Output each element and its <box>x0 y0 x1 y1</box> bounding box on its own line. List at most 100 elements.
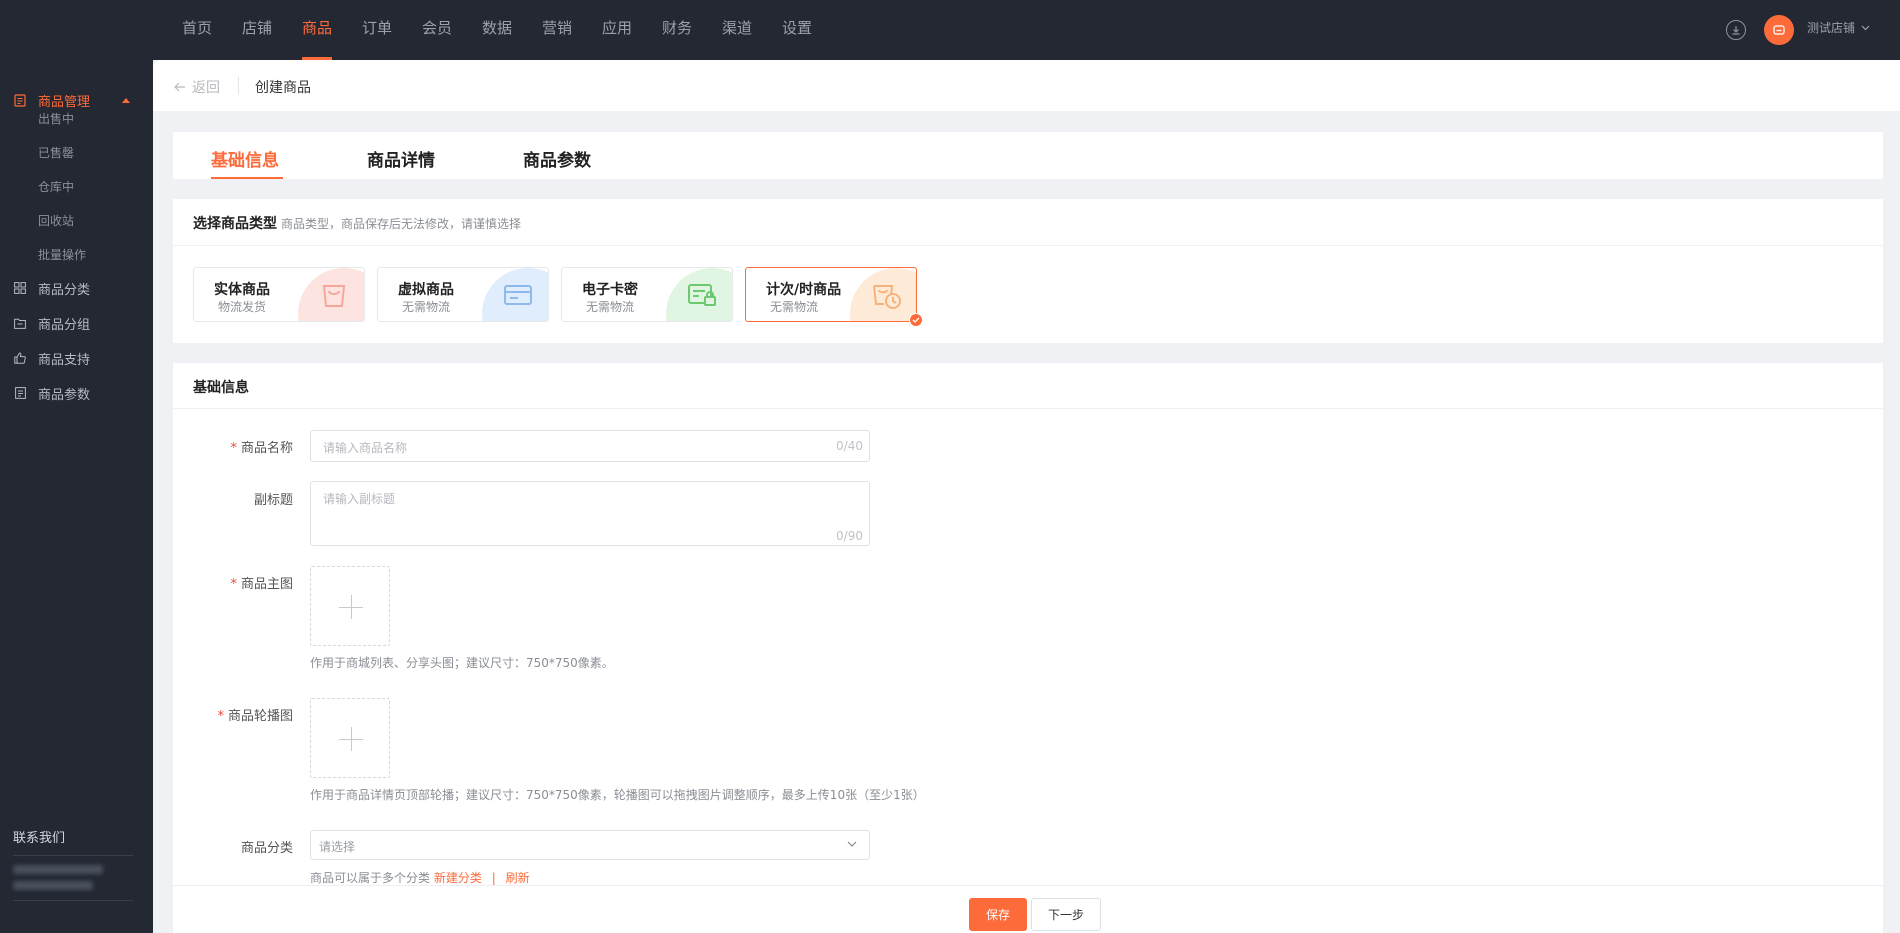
type-sub: 无需物流 <box>402 300 451 314</box>
page-title: 创建商品 <box>255 80 311 96</box>
header-divider <box>238 77 239 95</box>
top-nav: 首页 店铺 商品 订单 会员 数据 营销 应用 财务 渠道 设置 <box>167 0 827 60</box>
tab-bar: 基础信息 商品详情 商品参数 <box>173 132 1883 179</box>
active-tab-indicator <box>211 177 283 179</box>
chevron-down-icon <box>847 841 857 847</box>
plus-icon <box>351 595 352 619</box>
nav-product[interactable]: 商品 <box>287 0 347 60</box>
contact-info-blurred <box>13 881 93 890</box>
sidebar-item-category[interactable]: 商品分类 <box>0 271 153 305</box>
link-separator: | <box>491 871 496 885</box>
nav-settings[interactable]: 设置 <box>767 0 827 60</box>
sidebar-item-group[interactable]: 商品分组 <box>0 306 153 340</box>
sidebar-group-product-management[interactable]: 商品管理 <box>0 83 153 117</box>
sidebar-sub-warehouse[interactable]: 仓库中 <box>38 178 74 195</box>
product-name-placeholder: 请输入商品名称 <box>323 441 408 455</box>
product-name-counter: 0/40 <box>836 439 863 453</box>
chevron-down-icon <box>1861 25 1870 30</box>
product-type-hint: 商品类型，商品保存后无法修改，请谨慎选择 <box>281 217 522 231</box>
carousel-upload[interactable] <box>310 698 390 778</box>
sidebar-item-label: 商品分组 <box>38 317 91 333</box>
save-button[interactable]: 保存 <box>969 898 1027 931</box>
contact-info-blurred <box>13 865 103 874</box>
shop-avatar[interactable] <box>1764 15 1794 45</box>
sidebar-item-label: 商品支持 <box>38 352 91 368</box>
refresh-link[interactable]: 刷新 <box>506 871 530 885</box>
sidebar-item-support[interactable]: 商品支持 <box>0 341 153 375</box>
nav-apps[interactable]: 应用 <box>587 0 647 60</box>
nav-finance[interactable]: 财务 <box>647 0 707 60</box>
product-name-label: * 商品名称 <box>230 441 293 456</box>
category-tip-row: 商品可以属于多个分类 新建分类 | 刷新 <box>310 869 530 886</box>
sidebar-sub-on-sale[interactable]: 出售中 <box>38 110 74 127</box>
subtitle-counter: 0/90 <box>836 529 863 543</box>
nav-channel[interactable]: 渠道 <box>707 0 767 60</box>
next-step-button[interactable]: 下一步 <box>1031 898 1101 931</box>
plus-icon <box>351 727 352 751</box>
product-type-title: 选择商品类型 <box>193 216 277 232</box>
subtitle-label: 副标题 <box>253 493 293 508</box>
check-icon <box>909 313 923 327</box>
thumbs-up-icon <box>13 351 27 365</box>
nav-member[interactable]: 会员 <box>407 0 467 60</box>
type-option-timed[interactable]: 计次/时商品 无需物流 <box>745 267 923 327</box>
card-divider <box>173 245 1883 246</box>
type-name: 电子卡密 <box>582 282 638 298</box>
contact-divider <box>13 855 133 856</box>
contact-divider <box>13 900 133 901</box>
list-icon <box>13 386 27 400</box>
back-label: 返回 <box>192 80 220 96</box>
sidebar-item-label: 商品分类 <box>38 282 91 298</box>
carousel-label: * 商品轮播图 <box>217 709 293 724</box>
type-name: 实体商品 <box>214 282 270 298</box>
tab-product-params[interactable]: 商品参数 <box>523 146 591 171</box>
back-button[interactable]: 返回 <box>174 77 220 97</box>
document-icon <box>13 93 27 107</box>
top-bar: 首页 店铺 商品 订单 会员 数据 营销 应用 财务 渠道 设置 测试店铺 <box>0 0 1900 60</box>
sidebar-item-params[interactable]: 商品参数 <box>0 376 153 410</box>
subtitle-placeholder: 请输入副标题 <box>323 492 396 506</box>
store-icon <box>1773 25 1785 35</box>
type-sub: 物流发货 <box>218 300 267 314</box>
arrow-left-icon <box>174 82 185 92</box>
nav-home[interactable]: 首页 <box>167 0 227 60</box>
category-placeholder: 请选择 <box>319 840 356 854</box>
main-image-label: * 商品主图 <box>230 577 293 592</box>
caret-up-icon <box>122 98 130 103</box>
shop-name: 测试店铺 <box>1807 21 1856 35</box>
folder-icon <box>13 316 27 330</box>
card-divider <box>173 408 1883 409</box>
contact-title: 联系我们 <box>13 831 66 846</box>
product-name-label-text: 商品名称 <box>240 441 293 456</box>
type-sub: 无需物流 <box>586 300 635 314</box>
sidebar-sub-sold-out[interactable]: 已售罄 <box>38 144 74 161</box>
type-option-virtual[interactable]: 虚拟商品 无需物流 <box>377 267 549 322</box>
shop-switcher[interactable]: 测试店铺 <box>1807 19 1870 36</box>
type-sub: 无需物流 <box>770 300 819 314</box>
carousel-tip: 作用于商品详情页顶部轮播；建议尺寸：750*750像素，轮播图可以拖拽图片调整顺… <box>310 788 925 802</box>
ecard-lock-icon <box>688 284 716 306</box>
nav-store[interactable]: 店铺 <box>227 0 287 60</box>
download-icon[interactable] <box>1726 20 1746 40</box>
card-icon <box>504 285 532 305</box>
category-select[interactable]: 请选择 <box>310 830 870 860</box>
main-image-upload[interactable] <box>310 566 390 646</box>
sidebar-sub-recycle[interactable]: 回收站 <box>38 212 74 229</box>
type-option-physical[interactable]: 实体商品 物流发货 <box>193 267 365 322</box>
tab-product-detail[interactable]: 商品详情 <box>367 146 435 171</box>
tab-basic-info[interactable]: 基础信息 <box>211 146 279 171</box>
nav-data[interactable]: 数据 <box>467 0 527 60</box>
product-name-input[interactable]: 请输入商品名称 0/40 <box>310 430 870 462</box>
nav-order[interactable]: 订单 <box>347 0 407 60</box>
nav-marketing[interactable]: 营销 <box>527 0 587 60</box>
subtitle-textarea[interactable]: 请输入副标题 0/90 <box>310 481 870 546</box>
basic-info-card: 基础信息 * 商品名称 请输入商品名称 0/40 副标题 请输入副标题 0/90 … <box>173 363 1883 885</box>
page-header: 返回 创建商品 <box>153 60 1900 111</box>
main-image-label-text: 商品主图 <box>240 577 293 592</box>
sidebar-sub-batch[interactable]: 批量操作 <box>38 246 86 263</box>
basic-info-title: 基础信息 <box>193 380 249 396</box>
type-option-ecard[interactable]: 电子卡密 无需物流 <box>561 267 733 322</box>
new-category-link[interactable]: 新建分类 <box>434 871 482 885</box>
type-name: 计次/时商品 <box>766 282 842 298</box>
carousel-label-text: 商品轮播图 <box>227 709 293 724</box>
